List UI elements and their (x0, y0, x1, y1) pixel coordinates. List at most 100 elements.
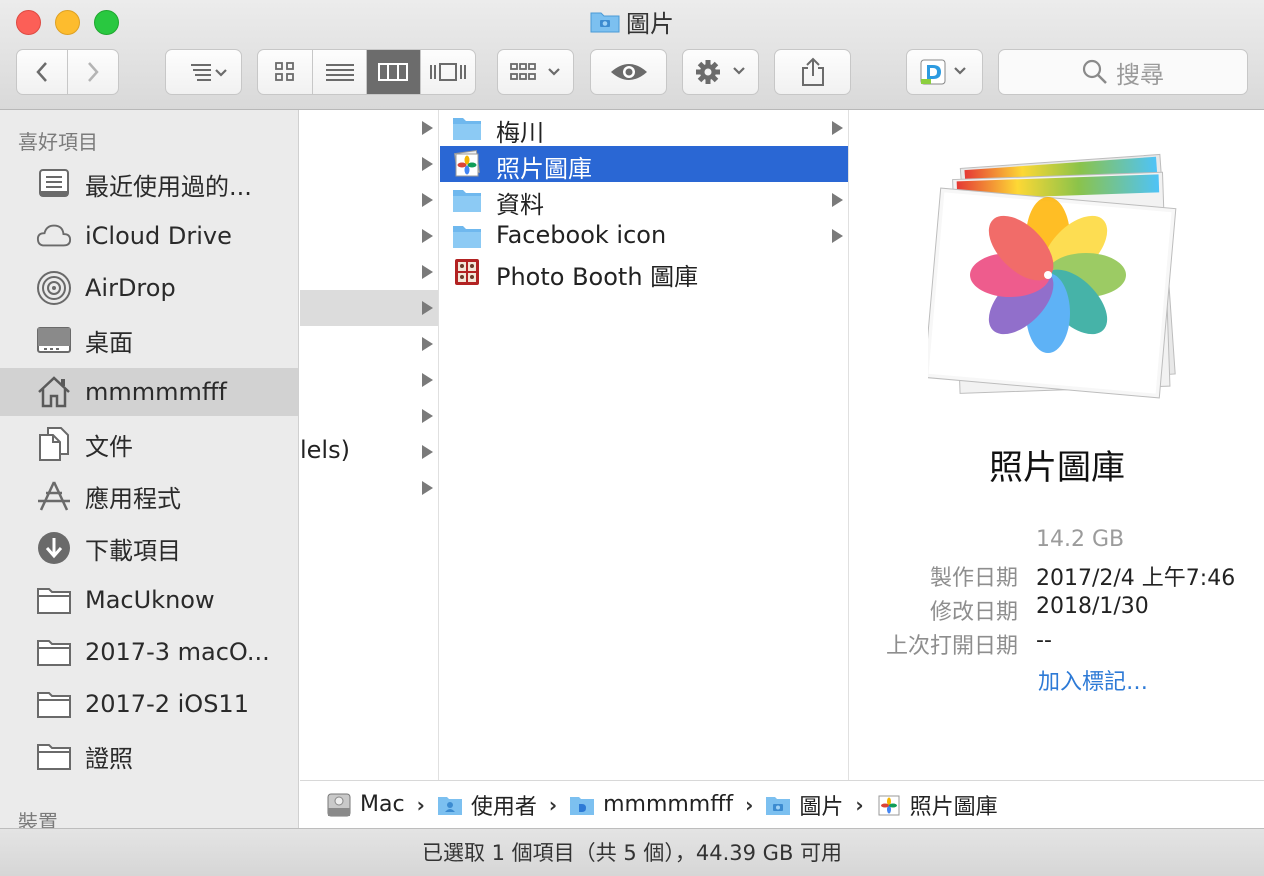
preview-key: 製作日期 (929, 566, 1018, 591)
disclosure-arrow-icon (422, 265, 433, 279)
dropzone-app-icon (920, 59, 966, 85)
disclosure-arrow-icon (422, 157, 433, 171)
list-view-button[interactable] (313, 50, 367, 94)
disclosure-arrow-icon (422, 445, 433, 459)
icon-grid-icon (275, 62, 295, 81)
disclosure-arrow-icon (832, 229, 843, 243)
sidebar-item-applications[interactable]: 應用程式 (0, 472, 298, 520)
column-row[interactable] (300, 182, 438, 218)
status-bar: 已選取 1 個項目（共 5 個），44.39 GB 可用 (0, 828, 1264, 876)
disclosure-arrow-icon (422, 481, 433, 495)
column-row[interactable] (300, 362, 438, 398)
preview-row-last-opened: 上次打開日期 -- (850, 628, 1264, 660)
sidebar-item-downloads[interactable]: 下載項目 (0, 524, 298, 572)
share-icon (801, 57, 824, 86)
sidebar-item-certificates[interactable]: 證照 (0, 732, 298, 780)
gear-icon (695, 60, 745, 84)
column-row-selected[interactable] (300, 290, 438, 326)
preview-value: 2018/1/30 (1036, 594, 1149, 619)
column-row[interactable] (300, 218, 438, 254)
file-row-facebook-icon[interactable]: Facebook icon (440, 218, 848, 254)
sidebar-item-label: mmmmmfff (85, 378, 227, 406)
disclosure-arrow-icon (422, 373, 433, 387)
sidebar-item-home[interactable]: mmmmmfff (0, 368, 298, 416)
photos-library-icon (454, 150, 480, 177)
forward-button[interactable] (68, 50, 119, 94)
icon-view-button[interactable] (258, 50, 314, 94)
navigation-group (16, 49, 119, 95)
sidebar-item-label: 應用程式 (85, 484, 181, 513)
browser-column-2[interactable]: 梅川 照片圖庫 資料 Facebook icon Photo Booth 圖庫 (440, 110, 849, 780)
file-row-data[interactable]: 資料 (440, 182, 848, 219)
crumb-label: Mac (360, 792, 405, 817)
path-crumb-pictures[interactable]: 圖片 (765, 789, 843, 821)
path-crumb-users[interactable]: 使用者 (437, 789, 537, 821)
preview-key: 修改日期 (929, 600, 1018, 625)
path-crumb-home[interactable]: mmmmmfff (569, 792, 733, 817)
search-icon (1082, 59, 1107, 84)
disclosure-arrow-icon (832, 121, 843, 135)
action-button[interactable] (682, 49, 759, 95)
arrange-button[interactable] (165, 49, 242, 95)
file-name: 梅川 (496, 119, 544, 147)
sidebar-item-2017-3-macos[interactable]: 2017-3 macO... (0, 628, 298, 676)
add-tags-link[interactable]: 加入標記… (1038, 664, 1148, 696)
file-name: 資料 (496, 191, 544, 219)
folder-icon (453, 190, 481, 212)
share-button[interactable] (774, 49, 851, 95)
sidebar-item-recents[interactable]: 最近使用過的... (0, 160, 298, 208)
disclosure-arrow-icon (422, 409, 433, 423)
file-row-photos-library[interactable]: 照片圖庫 (440, 146, 848, 183)
disclosure-arrow-icon (422, 193, 433, 207)
sidebar-item-2017-2-ios11[interactable]: 2017-2 iOS11 (0, 680, 298, 728)
column-row[interactable] (300, 470, 438, 506)
columns-icon (378, 63, 409, 81)
dropzone-button[interactable] (906, 49, 983, 95)
view-mode-control (257, 49, 476, 95)
home-folder-icon (569, 793, 595, 817)
file-row-meichuan[interactable]: 梅川 (440, 110, 848, 147)
grid-group-icon (509, 63, 560, 80)
preview-size: 14.2 GB (1036, 527, 1125, 552)
column-row[interactable] (300, 326, 438, 362)
sidebar-item-label: 文件 (85, 432, 133, 461)
back-button[interactable] (17, 50, 68, 94)
search-field[interactable]: 搜尋 (998, 49, 1248, 95)
group-button[interactable] (497, 49, 574, 95)
column-row[interactable]: lels) (300, 434, 438, 470)
devices-header: 裝置 (18, 810, 58, 828)
column-row[interactable] (300, 398, 438, 434)
sidebar-item-label: 最近使用過的... (85, 172, 252, 201)
path-crumb-photos-library[interactable]: 照片圖庫 (876, 789, 998, 821)
toolbar: 圖片 搜尋 (0, 0, 1264, 110)
file-name: 照片圖庫 (496, 155, 592, 183)
browser-column-1[interactable]: lels) (300, 110, 439, 780)
crumb-label: 照片圖庫 (909, 794, 998, 820)
cover-flow-view-button[interactable] (421, 50, 475, 94)
column-row[interactable] (300, 146, 438, 182)
column-row[interactable] (300, 110, 438, 146)
list-icon (325, 64, 354, 81)
list-sort-icon (190, 64, 227, 81)
sidebar-item-label: AirDrop (85, 274, 176, 302)
crumb-label: mmmmmfff (603, 792, 734, 817)
column-view-button[interactable] (367, 50, 421, 94)
column-row[interactable] (300, 254, 438, 290)
sidebar-item-icloud[interactable]: iCloud Drive (0, 212, 298, 260)
file-name: Facebook icon (496, 221, 667, 249)
disclosure-arrow-icon (422, 301, 433, 315)
sidebar-item-desktop[interactable]: 桌面 (0, 316, 298, 364)
column-row-label: lels) (300, 436, 350, 464)
path-crumb-mac[interactable]: Mac (326, 792, 405, 817)
users-folder-icon (437, 793, 463, 817)
preview-value: 2017/2/4 上午7:46 (1036, 566, 1236, 591)
sidebar-item-macuknow[interactable]: MacUknow (0, 576, 298, 624)
path-separator-icon: › (548, 792, 558, 817)
sidebar-item-label: iCloud Drive (85, 222, 232, 250)
sidebar-item-documents[interactable]: 文件 (0, 420, 298, 468)
file-row-photo-booth-library[interactable]: Photo Booth 圖庫 (440, 254, 848, 291)
chevron-left-icon (36, 62, 47, 82)
path-separator-icon: › (745, 792, 754, 817)
quick-look-button[interactable] (590, 49, 667, 95)
sidebar-item-airdrop[interactable]: AirDrop (0, 264, 298, 312)
